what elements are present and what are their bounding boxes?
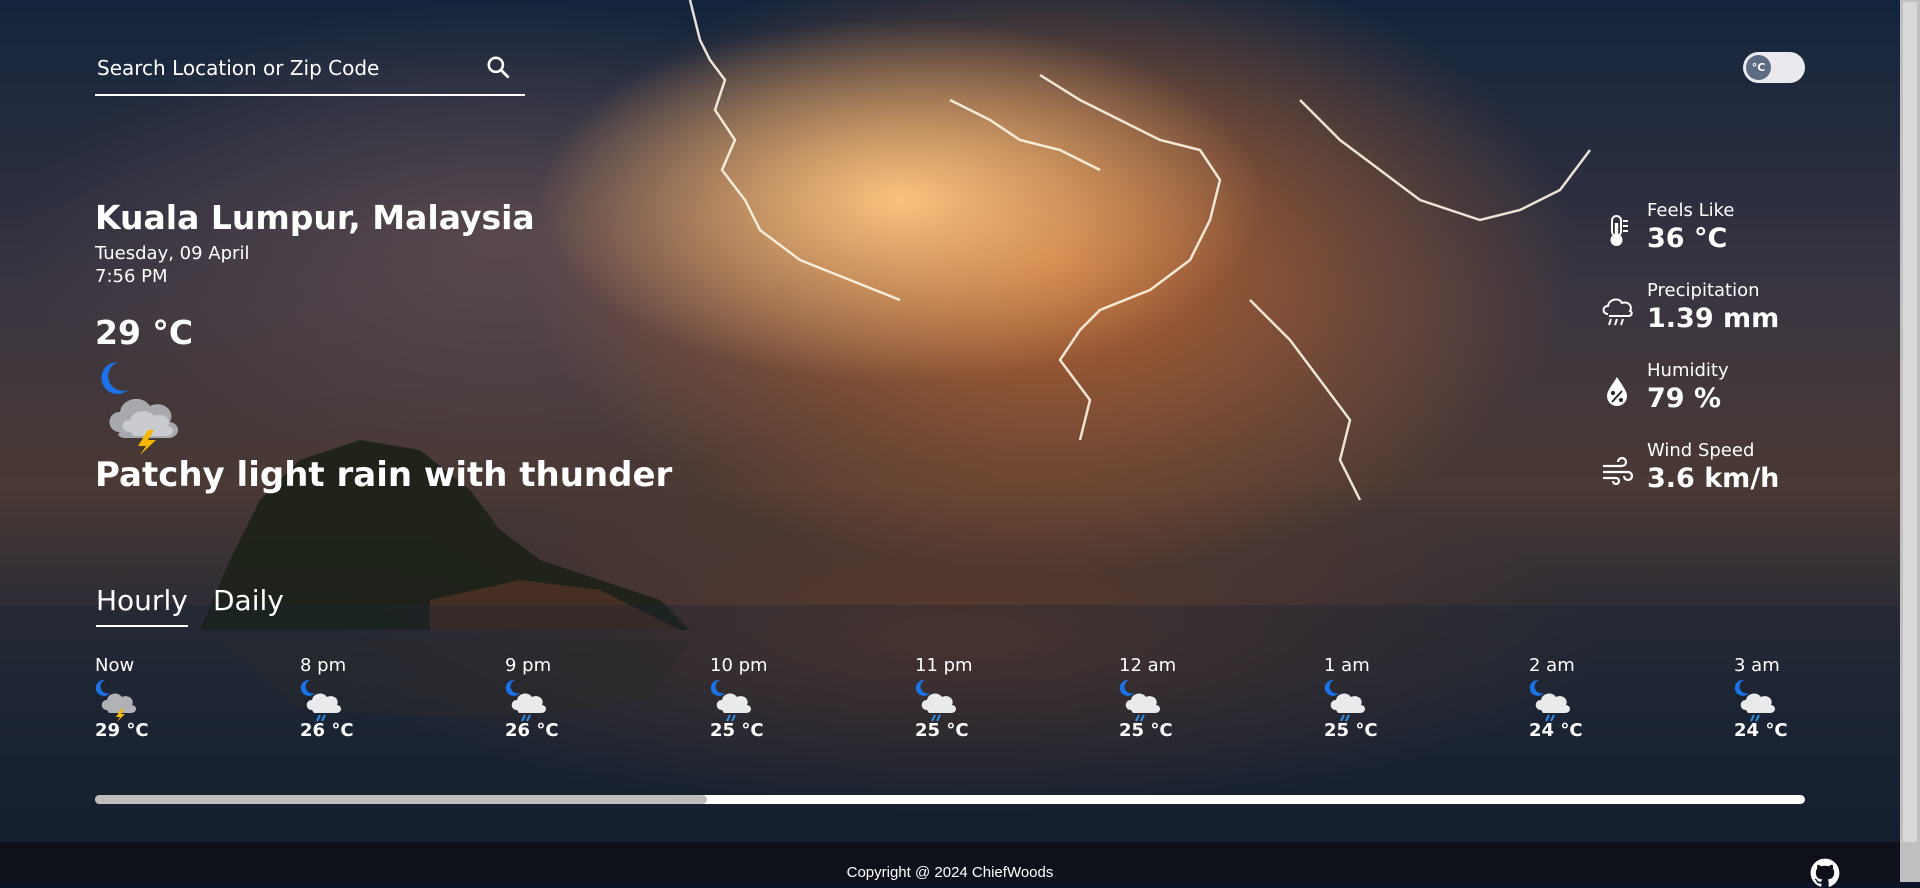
- hourly-time: 9 pm: [505, 655, 552, 676]
- tab-hourly[interactable]: Hourly: [96, 584, 188, 627]
- moon-cloud-rain-icon: [300, 679, 342, 722]
- search-bar: [95, 46, 525, 96]
- hourly-time: 1 am: [1324, 655, 1370, 676]
- wind-icon: [1603, 456, 1634, 486]
- footer: Copyright @ 2024 ChiefWoods: [0, 842, 1900, 887]
- hourly-temp: 24 °C: [1529, 720, 1583, 741]
- rain-cloud-icon: [1602, 298, 1633, 326]
- hourly-temp: 26 °C: [505, 720, 559, 741]
- hourly-temp: 26 °C: [300, 720, 354, 741]
- hourly-time: 8 pm: [300, 655, 347, 676]
- stat-label: Precipitation: [1647, 280, 1760, 301]
- current-time: 7:56 PM: [95, 266, 168, 287]
- thermometer-icon: [1610, 215, 1628, 246]
- stat-label: Feels Like: [1647, 200, 1735, 221]
- moon-cloud-thunder-icon: [101, 361, 179, 455]
- moon-cloud-rain-icon: [710, 679, 752, 722]
- hourly-item: 10 pm 25 °C: [710, 655, 800, 741]
- search-input[interactable]: [95, 52, 479, 84]
- hourly-scrollbar[interactable]: [95, 795, 1805, 804]
- moon-cloud-rain-icon: [1324, 679, 1366, 722]
- hourly-item: 9 pm 26 °C: [505, 655, 595, 741]
- stat-label: Wind Speed: [1647, 440, 1755, 461]
- unit-toggle-knob: °C: [1746, 55, 1771, 80]
- moon-cloud-rain-icon: [1119, 679, 1161, 722]
- droplet-icon: [1607, 377, 1627, 406]
- hourly-item: 1 am 25 °C: [1324, 655, 1414, 741]
- moon-cloud-rain-icon: [1734, 679, 1776, 722]
- stat-value: 79 %: [1647, 383, 1722, 414]
- moon-cloud-thunder-icon: [95, 679, 137, 722]
- hourly-item: 3 am 24 °C: [1734, 655, 1824, 741]
- moon-cloud-rain-icon: [1529, 679, 1571, 722]
- current-temperature: 29 °C: [95, 313, 194, 352]
- hourly-time: 3 am: [1734, 655, 1780, 676]
- current-date: Tuesday, 09 April: [95, 243, 250, 264]
- hourly-item: 11 pm 25 °C: [915, 655, 1005, 741]
- hourly-temp: 25 °C: [915, 720, 969, 741]
- page-scrollbar[interactable]: [1900, 0, 1920, 882]
- copyright-text: Copyright @ 2024 ChiefWoods: [846, 864, 1054, 881]
- search-icon[interactable]: [485, 54, 511, 80]
- hourly-item: Now 29 °C: [95, 655, 185, 741]
- tab-daily[interactable]: Daily: [213, 584, 284, 625]
- hourly-time: 2 am: [1529, 655, 1575, 676]
- unit-toggle[interactable]: °C: [1743, 52, 1805, 83]
- hourly-scrollbar-thumb[interactable]: [95, 795, 707, 804]
- hourly-temp: 25 °C: [710, 720, 764, 741]
- stat-label: Humidity: [1647, 360, 1729, 381]
- hourly-temp: 25 °C: [1324, 720, 1378, 741]
- stat-value: 1.39 mm: [1647, 303, 1780, 334]
- stat-value: 36 °C: [1647, 223, 1728, 254]
- page-scrollbar-thumb[interactable]: [1903, 2, 1917, 842]
- hourly-temp: 24 °C: [1734, 720, 1788, 741]
- weather-condition: Patchy light rain with thunder: [95, 455, 673, 495]
- moon-cloud-rain-icon: [505, 679, 547, 722]
- hourly-time: Now: [95, 655, 135, 676]
- hourly-item: 12 am 25 °C: [1119, 655, 1209, 741]
- hourly-temp: 25 °C: [1119, 720, 1173, 741]
- hourly-item: 8 pm 26 °C: [300, 655, 390, 741]
- location-name: Kuala Lumpur, Malaysia: [95, 198, 535, 237]
- hourly-time: 10 pm: [710, 655, 768, 676]
- moon-cloud-rain-icon: [915, 679, 957, 722]
- hourly-temp: 29 °C: [95, 720, 149, 741]
- stat-value: 3.6 km/h: [1647, 463, 1780, 494]
- github-icon[interactable]: [1810, 858, 1840, 888]
- hourly-time: 11 pm: [915, 655, 973, 676]
- hourly-forecast-list[interactable]: Now 29 °C 8 pm 26 °C 9 pm 26 °C 10 pm 25…: [95, 655, 1805, 755]
- hourly-item: 2 am 24 °C: [1529, 655, 1619, 741]
- hourly-time: 12 am: [1119, 655, 1177, 676]
